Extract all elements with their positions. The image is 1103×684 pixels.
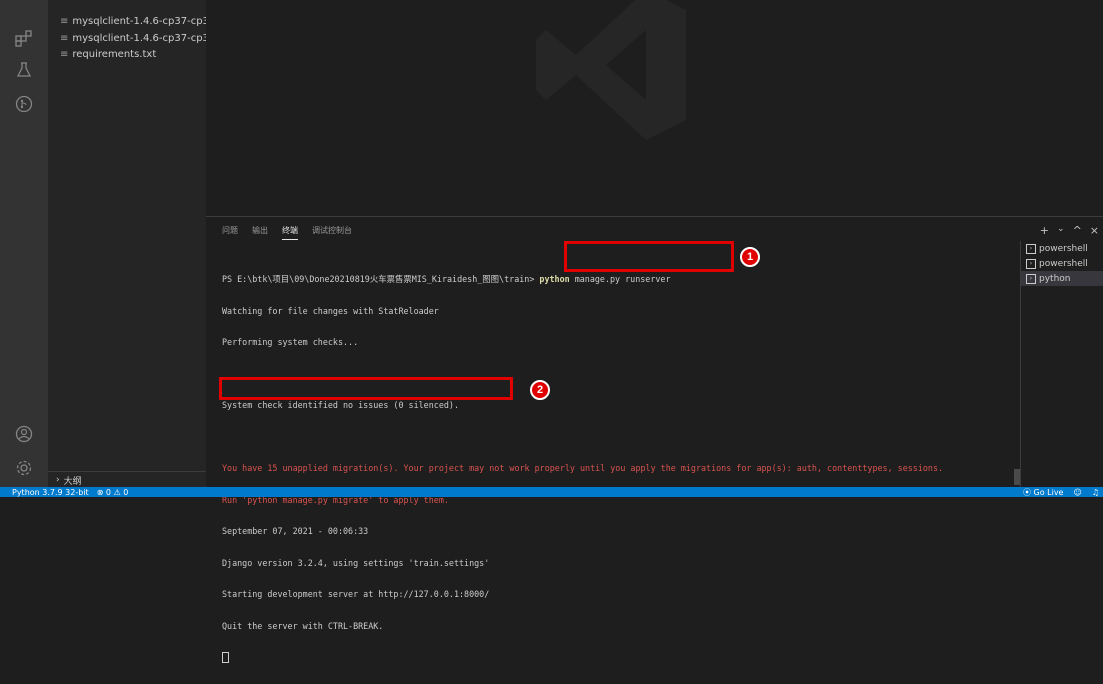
terminal-line: Watching for file changes with StatReloa… [222,305,439,316]
notifications-bell-icon[interactable]: ♫ [1092,488,1099,497]
terminal-warning-line: You have 15 unapplied migration(s). Your… [222,463,944,473]
source-control-icon[interactable] [12,92,36,116]
python-interpreter-status[interactable]: Python 3.7.9 32-bit [12,488,89,497]
file-lines-icon: ≡ [60,48,69,60]
terminal-icon: › [1026,243,1036,254]
terminal-item-label: python [1039,273,1071,284]
file-name: requirements.txt [72,48,157,60]
highlight-box-command [564,241,734,272]
terminal-icon: › [1026,258,1036,269]
outline-section-header[interactable]: › 大纲 [48,471,206,488]
terminal-command-python: python [539,274,570,284]
annotation-badge-2: 2 [530,380,550,400]
tab-debug-console[interactable]: 调试控制台 [312,225,352,240]
terminal-line: Django version 3.2.4, using settings 'tr… [222,557,490,568]
close-panel-icon[interactable]: × [1090,224,1099,237]
go-live-button[interactable]: ⦿ Go Live [1023,487,1064,498]
terminal-server-url-line: Starting development server at http://12… [222,589,490,599]
status-bar: Python 3.7.9 32-bit ⊗ 0 ⚠ 0 ⦿ Go Live ☺ … [0,487,1103,497]
terminal-cursor-line [222,652,1022,663]
panel-tabs: 问题 输出 终端 调试控制台 [222,225,352,240]
terminal-line: Performing system checks... [222,337,359,347]
new-terminal-plus-icon[interactable]: + [1040,224,1049,237]
extensions-icon[interactable] [12,26,36,50]
tab-terminal[interactable]: 终端 [282,225,298,240]
problems-status[interactable]: ⊗ 0 ⚠ 0 [97,488,129,497]
file-name: mysqlclient-1.4.6-cp37-cp37... [72,15,225,27]
tab-output[interactable]: 输出 [252,225,268,240]
testing-icon[interactable] [12,58,36,82]
file-lines-icon: ≡ [60,15,69,27]
activity-bar [0,0,48,487]
terminal-cursor [222,652,229,663]
account-icon[interactable] [12,422,36,446]
settings-gear-icon[interactable] [12,456,36,480]
terminal-list: › powershell › powershell › python [1020,241,1103,488]
terminal-item-label: powershell [1039,258,1088,269]
terminal-line: System check identified no issues (0 sil… [222,400,459,410]
terminal-command-args: manage.py runserver [569,274,671,284]
terminal-item-python[interactable]: › python [1021,271,1103,286]
feedback-icon[interactable]: ☺ [1073,488,1081,497]
outline-label: 大纲 [63,476,82,487]
terminal-line: Quit the server with CTRL-BREAK. [222,620,384,631]
panel-actions: + ⌄ ^ × [1040,224,1099,237]
vscode-watermark-icon [536,0,686,140]
terminal-prompt: PS E:\btk\项目\09\Done20210819火车票售票MIS_Kir… [222,274,535,284]
highlight-box-server-url [219,377,513,400]
explorer-sidebar: ≡ mysqlclient-1.4.6-cp37-cp37... ≡ mysql… [48,0,225,488]
terminal-icon: › [1026,273,1036,284]
file-item[interactable]: ≡ mysqlclient-1.4.6-cp37-cp37... [60,31,225,45]
tab-problems[interactable]: 问题 [222,225,238,240]
terminal-line: September 07, 2021 - 00:06:33 [222,526,369,536]
terminal-item-powershell[interactable]: › powershell [1021,241,1103,256]
terminal-output[interactable]: PS E:\btk\项目\09\Done20210819火车票售票MIS_Kir… [222,253,1022,684]
annotation-badge-1: 1 [740,247,760,267]
editor-area [206,0,1103,216]
chevron-right-icon: › [56,475,60,485]
file-lines-icon: ≡ [60,32,69,44]
maximize-panel-icon[interactable]: ^ [1073,224,1082,237]
terminal-item-powershell[interactable]: › powershell [1021,256,1103,271]
chevron-down-icon[interactable]: ⌄ [1057,224,1065,237]
terminal-prompt-line: PS E:\btk\项目\09\Done20210819火车票售票MIS_Kir… [222,274,1022,285]
terminal-item-label: powershell [1039,243,1088,254]
bottom-panel: 问题 输出 终端 调试控制台 + ⌄ ^ × PS E:\btk\项目\09\D… [206,216,1103,663]
file-item[interactable]: ≡ mysqlclient-1.4.6-cp37-cp37... [60,14,225,28]
file-name: mysqlclient-1.4.6-cp37-cp37... [72,32,225,44]
file-item[interactable]: ≡ requirements.txt [60,47,156,61]
